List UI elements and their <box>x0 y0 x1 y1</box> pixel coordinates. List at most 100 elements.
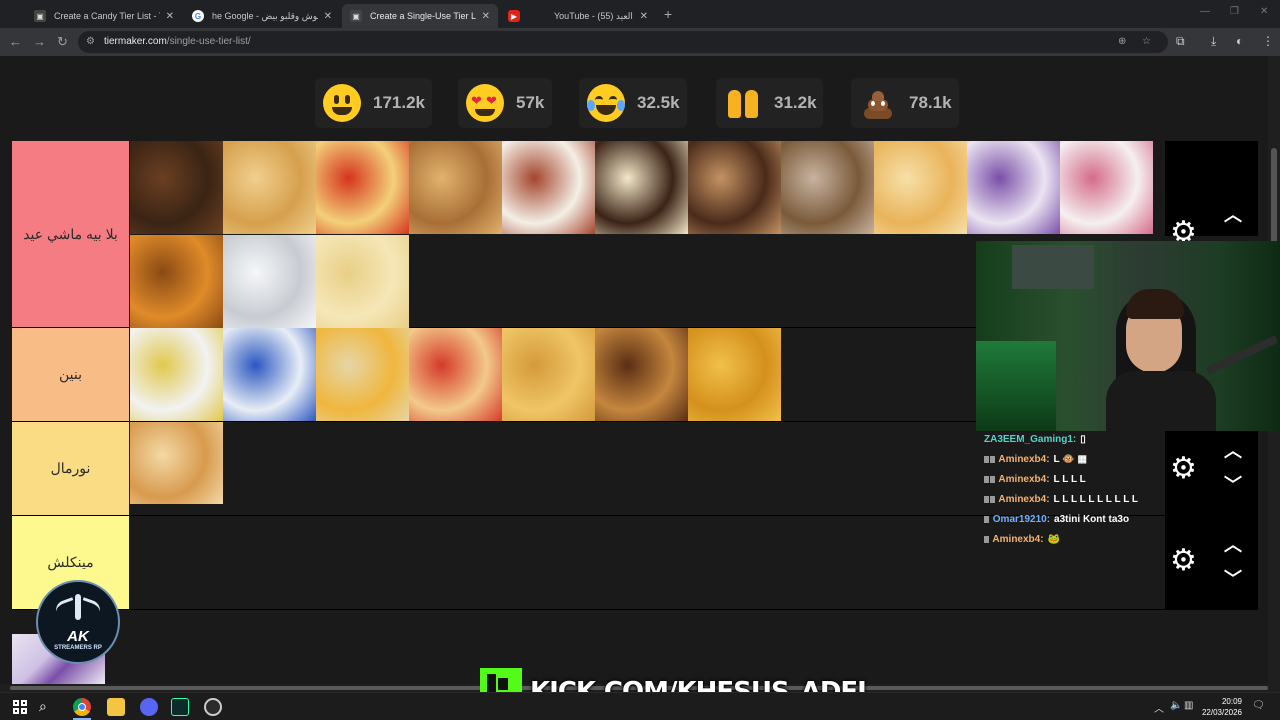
tier-item[interactable] <box>595 141 688 234</box>
tier-item[interactable] <box>1060 141 1153 234</box>
ak-logo-subtitle: STREAMERS RP <box>54 645 102 651</box>
reaction-count: 31.2k <box>774 93 817 112</box>
tab-google-search[interactable]: G he Google - كحلوش وقلبو بيض ✕ <box>184 4 340 28</box>
tab-youtube[interactable]: ▶ YouTube - (55) قاطو العيد ✕ <box>500 4 656 28</box>
windows-start-icon[interactable] <box>11 698 29 716</box>
tier-item[interactable] <box>502 141 595 234</box>
tray-chevron-icon[interactable]: ︿ <box>1154 700 1164 715</box>
close-window-icon[interactable]: ✕ <box>1260 6 1268 17</box>
tier-item[interactable] <box>223 235 316 328</box>
chat-badge-icon <box>984 495 989 503</box>
tier-label[interactable]: نورمال <box>12 422 129 515</box>
extensions-icon[interactable]: ⧉ <box>1176 34 1185 49</box>
profile-icon[interactable]: ◐ <box>1236 34 1243 48</box>
discord-icon[interactable] <box>140 698 158 716</box>
reaction-pile-of-poo[interactable]: 78.1k <box>851 78 959 128</box>
tab-close-icon[interactable]: ✕ <box>166 11 174 22</box>
chat-username: ZA3EEM_Gaming1: <box>984 434 1077 445</box>
tier-item[interactable] <box>130 235 223 328</box>
tab-close-icon[interactable]: ✕ <box>640 11 648 22</box>
chat-text: L 🐵 ▦ <box>1053 454 1087 465</box>
tab-candy-tier-list[interactable]: ▣ Create a Candy Tier List - TierM ✕ <box>26 4 182 28</box>
chat-username: Aminexb4: <box>998 474 1050 485</box>
tier-item[interactable] <box>130 141 223 234</box>
notification-icon[interactable]: 🗨 <box>1252 700 1265 711</box>
reaction-tears-of-joy[interactable]: 32.5k <box>579 78 687 128</box>
tier-item[interactable] <box>409 141 502 234</box>
search-icon[interactable]: ⌕ <box>39 698 57 716</box>
tab-label: he Google - كحلوش وقلبو بيض <box>212 10 318 21</box>
tier-item[interactable] <box>688 328 781 421</box>
tier-item[interactable] <box>130 328 223 421</box>
chat-text: ▯ <box>1080 434 1086 445</box>
tab-close-icon[interactable]: ✕ <box>324 11 332 22</box>
new-tab-button[interactable]: + <box>664 6 672 22</box>
maximize-icon[interactable]: ❐ <box>1230 6 1239 17</box>
forward-arrow-icon[interactable]: → <box>33 34 46 49</box>
reaction-count: 57k <box>516 93 545 112</box>
chat-message: Aminexb4: L L L L L L L L L L <box>984 494 1138 505</box>
tier-item[interactable] <box>316 328 409 421</box>
menu-dots-icon[interactable]: ⋮ <box>1262 34 1274 48</box>
chat-badge-icon <box>984 475 989 483</box>
tier-item[interactable] <box>502 328 595 421</box>
chat-badge-icon <box>990 475 995 483</box>
reaction-raising-hands[interactable]: 31.2k <box>716 78 823 128</box>
tier-item[interactable] <box>223 328 316 421</box>
tier-item[interactable] <box>967 141 1060 234</box>
tears-of-joy-face-icon <box>587 84 625 122</box>
obs-icon[interactable] <box>204 698 222 716</box>
tiermaker-favicon-icon: ▣ <box>350 10 362 22</box>
chrome-icon[interactable] <box>73 698 91 716</box>
reload-icon[interactable]: ↻ <box>57 34 68 50</box>
tier-item[interactable] <box>409 328 502 421</box>
tier-item[interactable] <box>874 141 967 234</box>
file-explorer-icon[interactable] <box>107 698 125 716</box>
tier-item[interactable] <box>316 141 409 234</box>
tier-label[interactable]: بلا بيه ماشي عيد <box>12 141 129 327</box>
url-path: /single-use-tier-list/ <box>166 36 251 47</box>
tier-item[interactable] <box>595 328 688 421</box>
tier-item[interactable] <box>781 141 874 234</box>
chat-message: Aminexb4: L 🐵 ▦ <box>984 454 1087 465</box>
move-up-chevron-icon[interactable]: ︿ <box>1224 201 1242 227</box>
chat-username: Omar19210: <box>992 514 1051 525</box>
move-down-chevron-icon[interactable]: ﹀ <box>1224 471 1242 497</box>
download-icon[interactable]: ⤓ <box>1211 34 1216 49</box>
tier-label[interactable]: بنين <box>12 328 129 421</box>
google-favicon-icon: G <box>192 10 204 22</box>
reaction-heart-eyes[interactable]: ❤ ❤ 57k <box>458 78 552 128</box>
speaker-icon[interactable]: 🔈 <box>1170 700 1182 711</box>
system-clock[interactable]: 20:09 22/03/2026 <box>1202 696 1242 718</box>
bookmark-star-icon[interactable]: ☆ <box>1142 36 1151 47</box>
chat-badge-icon <box>984 535 989 543</box>
terminal-icon[interactable] <box>171 698 189 716</box>
network-icon[interactable]: ▥ <box>1184 700 1193 711</box>
move-up-chevron-icon[interactable]: ︿ <box>1224 437 1242 463</box>
address-bar[interactable]: ⚙ tiermaker.com/single-use-tier-list/ ⊕ … <box>78 31 1168 53</box>
move-up-chevron-icon[interactable]: ︿ <box>1224 531 1242 557</box>
tier-item[interactable] <box>688 141 781 234</box>
move-down-chevron-icon[interactable]: ﹀ <box>1224 565 1242 591</box>
chat-text: a3tini Kont ta3o <box>1054 514 1130 525</box>
chat-badge-icon <box>990 495 995 503</box>
chat-message: Aminexb4: 🐸 <box>984 534 1060 545</box>
tier-item[interactable] <box>130 422 223 504</box>
chat-badge-icon <box>984 515 989 523</box>
tab-single-use-tier-list[interactable]: ▣ Create a Single-Use Tier List (F ✕ <box>342 4 498 28</box>
tab-close-icon[interactable]: ✕ <box>482 11 490 22</box>
stream-chat: ZA3EEM_Gaming1: ▯ Aminexb4: L 🐵 ▦ Aminexb4… <box>980 431 1180 556</box>
chat-message: ZA3EEM_Gaming1: ▯ <box>984 434 1086 445</box>
windows-taskbar: ⌕ ︿ 🔈 ▥ 20:09 22/03/2026 🗨 <box>0 692 1280 720</box>
zoom-icon[interactable]: ⊕ <box>1118 36 1126 47</box>
tier-item[interactable] <box>316 235 409 328</box>
back-arrow-icon[interactable]: ← <box>9 34 22 49</box>
reaction-grinning[interactable]: 171.2k <box>315 78 432 128</box>
chat-text: L L L L L L L L L L <box>1053 494 1139 505</box>
tab-label: Create a Single-Use Tier List (F <box>370 11 476 21</box>
ak-logo-text: AK <box>67 628 89 645</box>
chat-text: 🐸 <box>1047 534 1060 545</box>
minimize-icon[interactable]: — <box>1200 6 1210 17</box>
tier-item[interactable] <box>223 141 316 234</box>
site-info-icon[interactable]: ⚙ <box>86 36 95 47</box>
